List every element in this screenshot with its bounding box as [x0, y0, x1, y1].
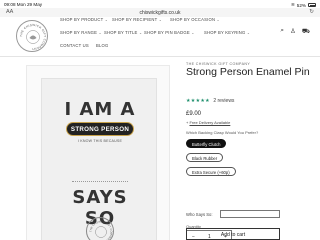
who-says-so-input[interactable]: [220, 210, 280, 218]
chevron-down-icon: ⌄: [104, 18, 108, 22]
search-icon[interactable]: ⌕: [280, 27, 284, 36]
battery-icon: [308, 3, 316, 7]
nav-shop-by-product[interactable]: SHOP BY PRODUCT ⌄: [60, 17, 108, 22]
product-rating[interactable]: ★★★★★ 2 reviews: [186, 98, 234, 104]
battery-percent: 52%: [296, 2, 306, 8]
nav-blog[interactable]: BLOG: [96, 43, 108, 48]
site-logo[interactable]: THE CHISWICK GIFT COMPANY: [16, 20, 48, 52]
chevron-down-icon: ⌄: [191, 31, 195, 35]
product-image[interactable]: I AM A STRONG PERSON I KNOW THIS BECAUSE…: [26, 65, 170, 240]
pin-text-top: I AM A: [64, 99, 136, 120]
nav-shop-by-occasion[interactable]: SHOP BY OCCASION ⌄: [170, 17, 220, 22]
pin-badge: STRONG PERSON: [66, 122, 134, 136]
status-time: 09:08 Mon 29 May: [4, 2, 43, 7]
review-count[interactable]: 2 reviews: [213, 98, 234, 104]
pin-small-text: I KNOW THIS BECAUSE: [77, 139, 123, 143]
chevron-down-icon: ⌄: [246, 31, 251, 35]
site-header: THE CHISWICK GIFT COMPANY SHOP BY PRODUC…: [0, 17, 320, 57]
star-rating-icon: ★★★★★: [186, 98, 210, 104]
brand-seal: THE CHISWICK GIFT COMPANY: [86, 217, 114, 240]
seal-graphic: THE CHISWICK GIFT COMPANY: [88, 219, 113, 240]
svg-text:THE CHISWICK GIFT COMPANY: THE CHISWICK GIFT COMPANY: [88, 219, 113, 240]
cart-icon[interactable]: ⛟: [302, 27, 310, 36]
clasp-option-label: Which Backing Clasp Would You Prefer?: [186, 130, 259, 135]
delivery-info[interactable]: + Free Delivery Available: [186, 120, 230, 125]
option-extra-secure[interactable]: Extra Secure (+60p): [186, 167, 236, 176]
who-says-so-label: Who Says So:: [186, 212, 213, 217]
nav-contact-us[interactable]: CONTACT US: [60, 43, 89, 48]
chevron-down-icon: ⌄: [139, 31, 143, 35]
logo-graphic: THE CHISWICK GIFT COMPANY: [19, 23, 47, 51]
browser-address-bar[interactable]: AA chiswickgifts.co.uk ↻: [0, 8, 320, 17]
pin-dotted-line: [72, 181, 128, 182]
option-black-rubber[interactable]: Black Rubber: [186, 153, 224, 162]
pin-card: I AM A STRONG PERSON I KNOW THIS BECAUSE…: [41, 78, 157, 240]
plus-icon: +: [186, 120, 189, 125]
header-icons: ⌕ ♙ ⛟: [280, 27, 310, 36]
delivery-link[interactable]: Free Delivery Available: [189, 120, 230, 125]
reload-icon[interactable]: ↻: [309, 9, 314, 15]
account-icon[interactable]: ♙: [290, 27, 296, 36]
chevron-down-icon: ⌄: [158, 18, 162, 22]
option-butterfly-clutch[interactable]: Butterfly Clutch: [186, 139, 227, 148]
product-title: Strong Person Enamel Pin: [186, 66, 310, 78]
nav-shop-by-recipient[interactable]: SHOP BY RECIPIENT ⌄: [112, 17, 162, 22]
url-text[interactable]: chiswickgifts.co.uk: [0, 10, 320, 16]
nav-shop-by-pin-badge[interactable]: SHOP BY PIN BADGE ⌄: [144, 30, 194, 35]
chevron-down-icon: ⌄: [98, 31, 102, 35]
nav-shop-by-title[interactable]: SHOP BY TITLE ⌄: [104, 30, 142, 35]
chevron-down-icon: ⌄: [216, 18, 220, 22]
add-to-cart-button[interactable]: Add to cart: [186, 228, 280, 240]
product-price: £9.00: [186, 111, 202, 117]
nav-shop-by-keyring[interactable]: SHOP BY KEYRING ⌄: [204, 30, 250, 35]
nav-shop-by-range[interactable]: SHOP BY RANGE ⌄: [60, 30, 102, 35]
